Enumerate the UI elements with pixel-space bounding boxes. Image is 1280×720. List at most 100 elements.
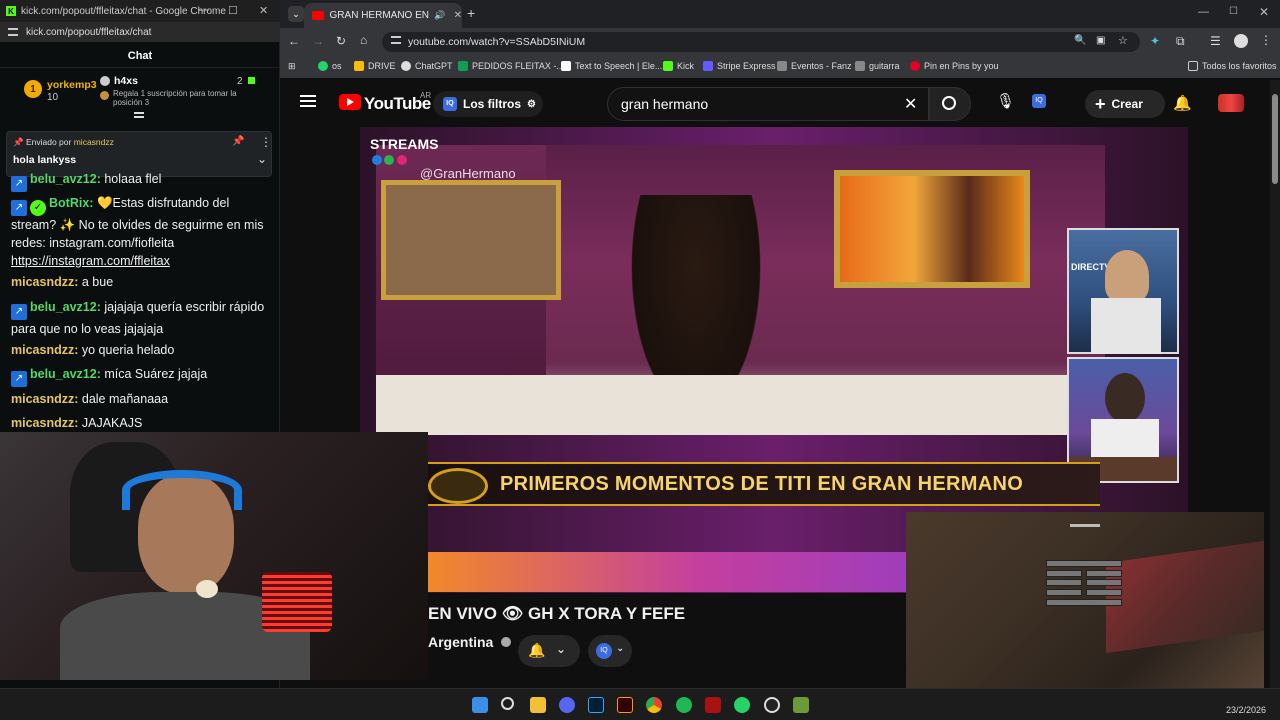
leader-name[interactable]: yorkemp3 (47, 79, 97, 91)
search-button[interactable] (929, 87, 971, 121)
forward-icon[interactable]: → (312, 34, 324, 48)
avatar[interactable] (1218, 94, 1244, 112)
mc-menu-button[interactable] (1046, 589, 1082, 596)
site-settings-icon[interactable] (8, 28, 18, 36)
chat-username[interactable]: belu_avz12: (30, 172, 101, 186)
pin-icon: 📌 (13, 137, 24, 147)
bookmark-guitarra[interactable]: guitarra (855, 61, 900, 71)
tab-search-icon[interactable]: ⌄ (288, 6, 304, 22)
chat-username[interactable]: micasndzz: (11, 343, 78, 357)
expand-leaderboard-icon[interactable] (134, 112, 144, 118)
reading-list-icon[interactable]: ☰ (1210, 34, 1221, 48)
bookmark-os[interactable]: os (318, 61, 342, 71)
extension-icon[interactable]: ✦ (1150, 34, 1160, 48)
iq-dropdown-button[interactable]: IQ ⌄ (588, 635, 632, 667)
chat-username[interactable]: BotRix: (49, 196, 93, 210)
chrome-icon[interactable] (646, 697, 662, 713)
all-bookmarks[interactable]: Todos los favoritos (1188, 61, 1277, 71)
bookmark-pinterest[interactable]: Pin en Pins by you (910, 61, 999, 71)
home-icon[interactable]: ⌂ (360, 33, 367, 47)
omnibox[interactable]: youtube.com/watch?v=SSAbD5INiUM 🔍 ▣ ☆ (382, 32, 1140, 52)
clear-search-icon[interactable]: ✕ (904, 94, 917, 114)
mc-menu-button[interactable] (1046, 579, 1082, 586)
cast-icon[interactable]: ▣ (1096, 35, 1105, 46)
bookmark-stripe[interactable]: Stripe Express (703, 61, 776, 71)
chat-link[interactable]: https://instagram.com/ffleitax (11, 254, 170, 268)
zoom-icon[interactable]: 🔍 (1074, 35, 1086, 46)
photoshop-icon[interactable] (588, 697, 604, 713)
search-icon[interactable] (501, 697, 514, 710)
system-clock[interactable]: 23/2/2026 (1206, 692, 1266, 716)
bell-icon: 🔔 (528, 642, 546, 658)
browser-menu-icon[interactable]: ⋮ (1260, 33, 1272, 47)
bookmark-kick[interactable]: Kick (663, 61, 694, 71)
search-input[interactable]: gran hermano ✕ (607, 87, 929, 121)
site-info-icon[interactable] (391, 36, 401, 44)
windows-start-icon[interactable] (472, 697, 488, 713)
bookmark-pedidos[interactable]: PEDIDOS FLEITAX -... (458, 61, 564, 71)
clock-date: 23/2/2026 (1225, 705, 1266, 715)
file-explorer-icon[interactable] (530, 697, 546, 713)
iq-ext-icon[interactable]: IQ (1032, 94, 1046, 108)
apps-icon[interactable]: ⊞ (288, 61, 296, 72)
chat-username[interactable]: micasndzz: (11, 392, 78, 406)
extensions-puzzle-icon[interactable]: ⧉ (1176, 34, 1185, 49)
bookmark-drive[interactable]: DRIVE (354, 61, 396, 71)
bookmark-label: os (332, 61, 342, 71)
notifications-bell-icon[interactable]: 🔔 (1173, 94, 1192, 112)
tab-youtube[interactable]: GRAN HERMANO EN VIVO 🔊 ✕ (304, 3, 462, 28)
video-frame-room (376, 145, 1105, 435)
mc-menu-button[interactable] (1046, 570, 1082, 577)
channel-name[interactable]: Argentina (428, 634, 512, 650)
whatsapp-icon[interactable] (734, 697, 750, 713)
bookmark-eventos[interactable]: Eventos - Fanz (777, 61, 852, 71)
audio-icon[interactable]: 🔊 (434, 10, 445, 21)
reload-icon[interactable]: ↻ (336, 34, 346, 48)
youtube-logo-icon[interactable] (339, 94, 361, 110)
mc-menu-button[interactable] (1046, 599, 1122, 606)
illustrator-icon[interactable] (617, 697, 633, 713)
chevron-down-icon[interactable]: ⌄ (257, 152, 267, 166)
filters-button[interactable]: IQ Los filtros ⚙ (433, 91, 543, 117)
mc-menu-button[interactable] (1086, 579, 1122, 586)
bookmark-chatgpt[interactable]: ChatGPT (401, 61, 453, 71)
mic-icon[interactable]: 🎙 (996, 92, 1016, 112)
profile-avatar[interactable] (1234, 34, 1248, 48)
mc-menu-button[interactable] (1046, 560, 1122, 567)
chat-username[interactable]: belu_avz12: (30, 300, 101, 314)
create-button[interactable]: + Crear (1085, 90, 1165, 118)
bookmark-tts[interactable]: Text to Speech | Ele... (561, 61, 662, 71)
unpin-icon[interactable]: 📌 (232, 136, 244, 147)
close-icon[interactable]: ✕ (259, 4, 268, 17)
hamburger-menu-icon[interactable] (300, 95, 316, 107)
chat-url-bar[interactable]: kick.com/popout/ffleitax/chat (0, 22, 280, 42)
new-tab-icon[interactable]: + (467, 5, 475, 21)
tab-close-icon[interactable]: ✕ (454, 10, 462, 21)
leader-2-name[interactable]: h4xs (114, 75, 138, 87)
browser-maximize-icon[interactable]: ☐ (1229, 6, 1238, 17)
mc-menu-button[interactable] (1086, 570, 1122, 577)
chat-message: ↗ belu_avz12: jajajaja quería escribir rá… (11, 298, 273, 338)
food (196, 580, 218, 598)
bookmark-star-icon[interactable]: ☆ (1118, 34, 1128, 47)
subscribe-bell-button[interactable]: 🔔 ⌄ (518, 635, 580, 667)
scrollbar-thumb[interactable] (1272, 94, 1278, 184)
obs-icon[interactable] (764, 697, 780, 713)
maximize-icon[interactable]: ☐ (228, 4, 238, 17)
browser-minimize-icon[interactable]: — (1198, 6, 1209, 18)
chat-username[interactable]: micasndzz: (11, 416, 78, 430)
mc-menu-button[interactable] (1086, 589, 1122, 596)
browser-close-icon[interactable]: ✕ (1259, 5, 1269, 19)
back-icon[interactable]: ← (288, 34, 300, 48)
leader-note: Regala 1 suscripción para tomar la posic… (113, 89, 237, 107)
app-icon[interactable] (705, 697, 721, 713)
chat-username[interactable]: micasndzz: (11, 275, 78, 289)
minecraft-icon[interactable] (793, 697, 809, 713)
minimize-icon[interactable]: — (198, 4, 209, 16)
spotify-icon[interactable] (676, 697, 692, 713)
discord-icon[interactable] (559, 697, 575, 713)
webcam-overlay (0, 432, 428, 680)
chat-username[interactable]: belu_avz12: (30, 367, 101, 381)
folder-icon (855, 61, 865, 71)
more-options-icon[interactable]: ⋮ (260, 135, 272, 149)
